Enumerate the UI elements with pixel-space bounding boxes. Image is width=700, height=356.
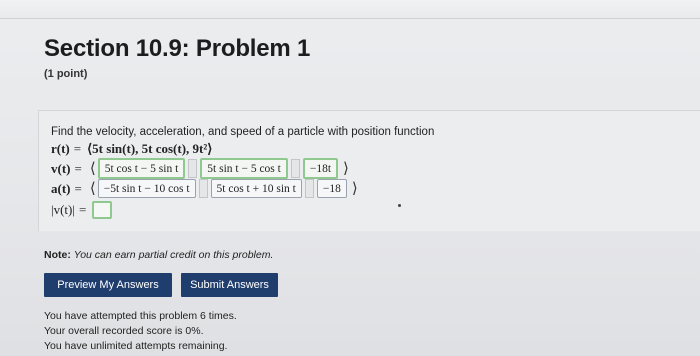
problem-prompt: Find the velocity, acceleration, and spe… — [51, 126, 435, 138]
answer-preview-icon[interactable] — [188, 159, 198, 178]
preview-answers-button[interactable]: Preview My Answers — [44, 273, 172, 297]
velocity-z-answer[interactable]: −18t — [302, 158, 339, 179]
position-label: r(t) — [51, 141, 70, 156]
speed-label: |v(t)| — [51, 202, 75, 217]
score-status: Your overall recorded score is 0%. — [44, 325, 204, 337]
position-expression: ⟨5t sin(t), 5t cos(t), 9t²⟩ — [87, 141, 213, 156]
acceleration-row: a(t) = ⟨ −5t sin t − 10 cos t 5t cos t +… — [51, 179, 360, 198]
right-angle-bracket: ⟩ — [343, 161, 349, 177]
acceleration-label: a(t) — [51, 180, 71, 196]
left-angle-bracket: ⟨ — [89, 161, 96, 177]
partial-credit-note: Note: You can earn partial credit on thi… — [44, 249, 273, 261]
stray-dot — [398, 204, 401, 207]
answer-preview-icon[interactable] — [198, 179, 208, 198]
velocity-row: v(t) = ⟨ 5t cos t − 5 sin t 5t sin t − 5… — [51, 158, 351, 179]
attempts-status: You have attempted this problem 6 times. — [44, 310, 237, 322]
answer-preview-icon[interactable] — [304, 179, 314, 198]
problem-title: Section 10.9: Problem 1 — [44, 35, 311, 62]
velocity-x-answer[interactable]: 5t cos t − 5 sin t — [97, 158, 186, 179]
acceleration-z-answer[interactable]: −18 — [316, 179, 347, 198]
acceleration-y-answer[interactable]: 5t cos t + 10 sin t — [210, 179, 302, 198]
velocity-y-answer[interactable]: 5t sin t − 5 cos t — [200, 158, 288, 179]
acceleration-x-answer[interactable]: −5t sin t − 10 cos t — [97, 179, 196, 198]
speed-answer-input[interactable] — [92, 201, 113, 219]
answer-preview-icon[interactable] — [290, 159, 300, 178]
submit-answers-button[interactable]: Submit Answers — [181, 273, 278, 297]
remaining-attempts-status: You have unlimited attempts remaining. — [44, 340, 228, 352]
equals-sign: = — [73, 141, 82, 156]
right-angle-bracket: ⟩ — [351, 181, 358, 197]
top-bar — [0, 0, 700, 19]
equals-sign: = — [74, 180, 82, 196]
speed-row: |v(t)| = — [51, 201, 113, 219]
problem-body: Find the velocity, acceleration, and spe… — [38, 110, 700, 231]
points-label: (1 point) — [44, 68, 88, 80]
equals-sign: = — [78, 202, 87, 217]
equals-sign: = — [74, 160, 82, 176]
left-angle-bracket: ⟨ — [89, 181, 96, 197]
velocity-label: v(t) — [51, 160, 71, 176]
note-text: You can earn partial credit on this prob… — [73, 249, 274, 261]
note-label: Note: — [44, 249, 71, 261]
position-row: r(t) = ⟨5t sin(t), 5t cos(t), 9t²⟩ — [51, 141, 212, 157]
